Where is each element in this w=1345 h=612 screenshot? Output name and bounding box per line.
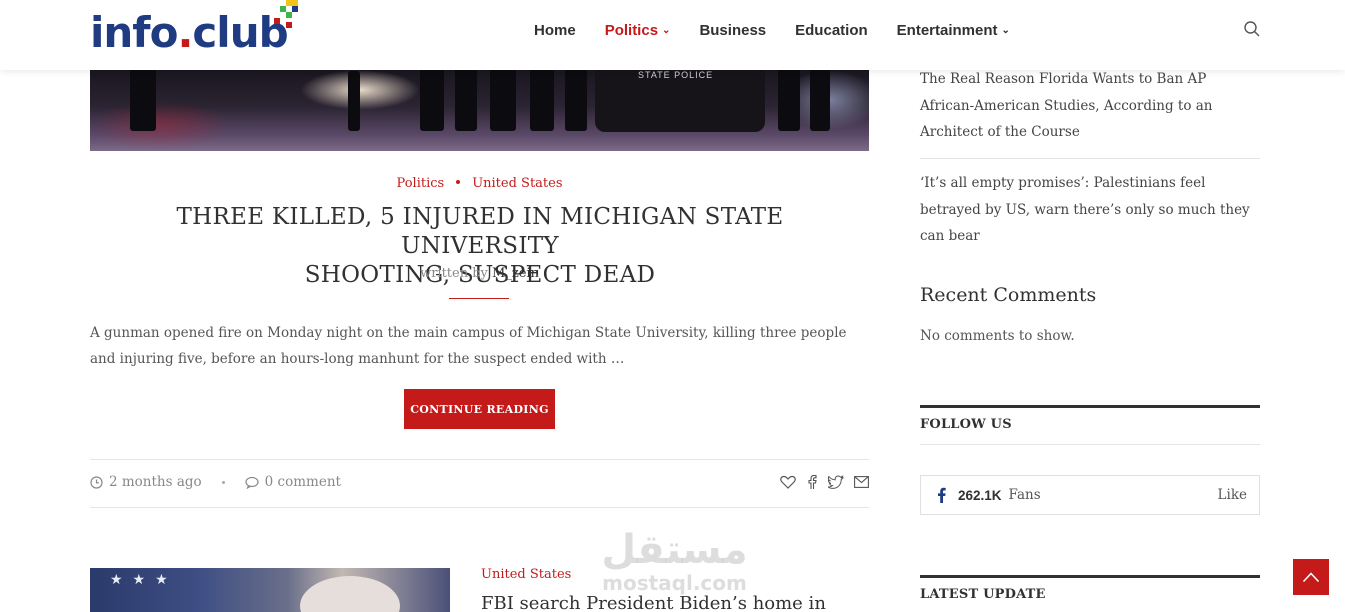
fb-like-button[interactable]: Like [1218, 487, 1247, 503]
watermark-arabic: مستقل [601, 527, 748, 573]
post-date: 2 months ago [109, 474, 202, 490]
image-figure [530, 70, 554, 131]
sidebar-post-link[interactable]: The Real Reason Florida Wants to Ban AP … [920, 66, 1260, 146]
facebook-icon [937, 487, 946, 503]
site-logo[interactable]: info.club [90, 0, 298, 58]
divider [90, 507, 869, 508]
follow-us-heading: FOLLOW US [920, 417, 1012, 432]
article-meta: 2 months ago 0 comment [90, 474, 341, 490]
widget-top-bar [920, 405, 1260, 408]
back-to-top-button[interactable] [1293, 559, 1329, 595]
logo-wordmark: info.club [90, 8, 289, 57]
image-figure [420, 70, 444, 131]
image-light [300, 70, 420, 110]
category-separator [456, 180, 461, 184]
chevron-down-icon: ⌄ [1001, 24, 1010, 36]
continue-reading-button[interactable]: CONTINUE READING [404, 389, 555, 429]
mail-icon[interactable] [854, 476, 869, 488]
sidebar-post-link[interactable]: ‘It’s all empty promises’: Palestinians … [920, 170, 1260, 250]
widget-top-bar [920, 575, 1260, 578]
main-nav: Home Politics ⌄ Business Education Entert… [534, 0, 1039, 60]
no-comments-text: No comments to show. [920, 328, 1075, 344]
nav-item-home[interactable]: Home [534, 22, 576, 39]
category-link-united-states[interactable]: United States [472, 176, 562, 191]
image-light [90, 100, 230, 150]
image-figure [455, 70, 477, 131]
site-header: info.club Home Politics ⌄ Business Educat… [0, 0, 1345, 70]
nav-item-politics[interactable]: Politics ⌄ [605, 22, 671, 39]
article2-title[interactable]: FBI search President Biden’s home in [481, 593, 826, 612]
recent-comments-heading: Recent Comments [920, 284, 1097, 306]
article2-thumbnail[interactable]: ★★★ [90, 568, 450, 612]
image-figure [810, 70, 830, 131]
logo-pixel-blocks [270, 0, 298, 40]
heart-icon[interactable] [780, 475, 796, 489]
nav-item-entertainment[interactable]: Entertainment ⌄ [897, 22, 1010, 39]
nav-item-business[interactable]: Business [699, 22, 766, 39]
article-categories: Politics United States [90, 176, 869, 191]
image-figure [778, 70, 800, 131]
image-person [300, 576, 400, 612]
byline-prefix: written by [420, 266, 488, 281]
nav-item-education[interactable]: Education [795, 22, 868, 39]
watermark-latin: mostaql.com [602, 571, 747, 595]
article-title-line: THREE KILLED, 5 INJURED IN MICHIGAN STAT… [176, 204, 784, 259]
divider [920, 444, 1260, 445]
search-icon[interactable] [1243, 20, 1261, 38]
divider [90, 459, 869, 460]
article-featured-image[interactable]: STATE POLICE [90, 70, 869, 151]
fb-fans-label: Fans [1008, 487, 1041, 503]
chevron-up-icon [1302, 572, 1320, 583]
image-figure [565, 70, 587, 131]
article2-category-link[interactable]: United States [481, 567, 571, 582]
share-buttons [780, 475, 879, 489]
image-car-text: STATE POLICE [638, 70, 714, 80]
facebook-icon[interactable] [806, 475, 818, 489]
author-link[interactable]: M_zein [492, 266, 539, 281]
image-figure [348, 71, 360, 131]
article-excerpt: A gunman opened fire on Monday night on … [90, 325, 847, 367]
clock-icon [90, 475, 103, 489]
facebook-fans-widget[interactable]: 262.1K Fans Like [920, 475, 1260, 515]
watermark-logo: مستقل mostaql.com [592, 528, 757, 594]
divider [920, 158, 1260, 159]
image-flag-stars: ★★★ [110, 572, 178, 588]
article-byline: written by M_zein [90, 266, 869, 281]
image-figure [490, 70, 516, 131]
latest-update-heading: LATEST UPDATE [920, 587, 1046, 602]
chevron-down-icon: ⌄ [662, 24, 671, 36]
meta-separator [221, 480, 225, 484]
category-link-politics[interactable]: Politics [396, 176, 444, 191]
twitter-icon[interactable] [828, 475, 844, 489]
comment-count-link[interactable]: 0 comment [265, 474, 341, 490]
title-divider [449, 298, 509, 299]
image-figure [130, 70, 156, 131]
comment-icon [245, 476, 259, 489]
fb-fan-count: 262.1K [958, 487, 1002, 503]
